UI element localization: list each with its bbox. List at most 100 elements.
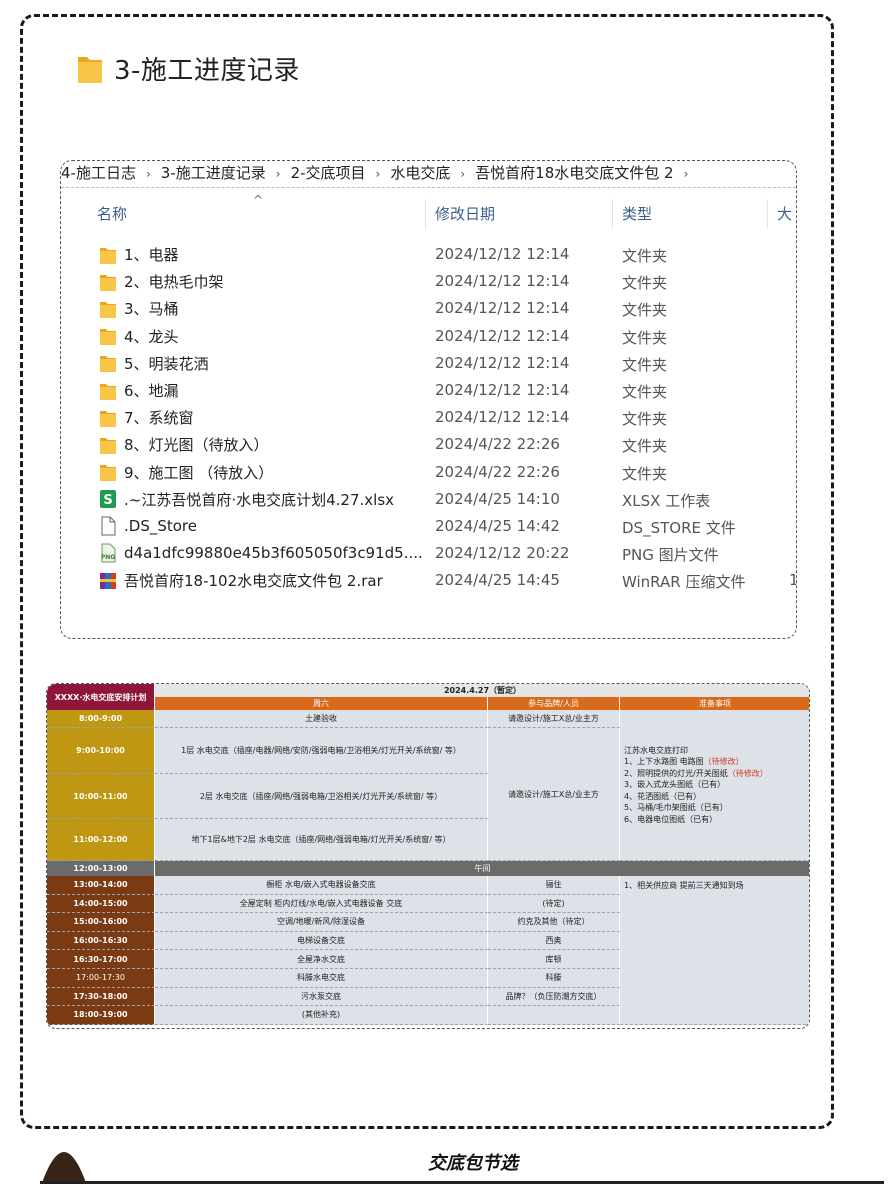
file-name-text: 吾悦首府18-102水电交底文件包 2.rar: [124, 572, 383, 591]
file-row[interactable]: PNG d4a1dfc99880e45b3f605050f3c91d5.... 20…: [61, 540, 796, 567]
file-row[interactable]: 6、地漏 2024/12/12 12:14 文件夹: [61, 377, 796, 404]
file-name-text: d4a1dfc99880e45b3f605050f3c91d5....: [124, 544, 423, 563]
file-type: 文件夹: [622, 301, 668, 320]
time-cell: 14:00-15:00: [47, 894, 155, 914]
folder-icon: [99, 326, 124, 346]
section-title: 3-施工进度记录: [114, 56, 300, 86]
task-cell: 2层 水电交底（插座/网络/强弱电箱/卫浴相关/灯光开关/系统窗/ 等）: [155, 774, 488, 819]
file-type: DS_STORE 文件: [622, 519, 736, 537]
column-header-name[interactable]: 名称: [97, 203, 127, 224]
file-name: 1、电器: [99, 244, 179, 265]
people-cell: 请邀设计/施工X总/业主方: [488, 710, 620, 728]
afternoon-note: 1、相关供应商 提前三天通知到场: [620, 876, 809, 1025]
file-name: 吾悦首府18-102水电交底文件包 2.rar: [99, 570, 383, 591]
file-row[interactable]: 9、施工图 （待放入） 2024/4/22 22:26 文件夹: [61, 459, 796, 486]
header-prep: 准备事项: [620, 697, 809, 710]
file-date: 2024/12/12 12:14: [435, 408, 570, 427]
file-name-text: .~江苏吾悦首府·水电交底计划4.27.xlsx: [124, 490, 395, 509]
column-header-date[interactable]: 修改日期: [435, 203, 495, 224]
file-row[interactable]: 吾悦首府18-102水电交底文件包 2.rar 2024/4/25 14:45 Wi…: [61, 567, 796, 594]
file-date: 2024/4/25 14:10: [435, 489, 560, 508]
file-name: 3、马桶: [99, 298, 179, 319]
people-cell: [488, 1006, 620, 1025]
file-date: 2024/12/12 12:14: [435, 381, 570, 399]
file-row[interactable]: 4、龙头 2024/12/12 12:14 文件夹: [61, 323, 796, 350]
file-type: 文件夹: [622, 383, 668, 401]
svg-text:PNG: PNG: [101, 554, 115, 561]
people-cell: 品牌？（负压防潮方交底）: [488, 987, 620, 1007]
file-type: 文件夹: [622, 274, 668, 293]
file-row[interactable]: S .~江苏吾悦首府·水电交底计划4.27.xlsx 2024/4/25 14:10…: [61, 486, 796, 513]
folder-icon: [99, 245, 124, 265]
rar-icon: [99, 571, 124, 591]
file-date: 2024/4/25 14:42: [435, 517, 560, 535]
column-header-type[interactable]: 类型: [622, 203, 652, 224]
file-type: WinRAR 压缩文件: [622, 573, 746, 592]
file-icon: [99, 516, 124, 536]
file-name: 6、地漏: [99, 380, 179, 401]
people-cell: 请邀设计/施工X总/业主方: [488, 728, 620, 861]
schedule-table: XXXX·水电交底安排计划 2024.4.27（暂定） 周六 参与品牌/人员 准备事项 8…: [46, 683, 810, 1029]
file-row[interactable]: 5、明装花洒 2024/12/12 12:14 文件夹: [61, 350, 796, 377]
breadcrumb-item[interactable]: 水电交底: [390, 164, 450, 182]
task-cell: (其他补充): [155, 1006, 488, 1025]
spreadsheet-icon: S: [99, 489, 124, 509]
file-type: 文件夹: [622, 410, 668, 429]
chevron-right-icon: ›: [375, 167, 381, 181]
file-name-text: 8、灯光图（待放入）: [124, 436, 269, 455]
column-divider[interactable]: [425, 199, 426, 229]
folder-icon: [99, 408, 124, 428]
file-name: 8、灯光图（待放入）: [99, 434, 269, 455]
file-row[interactable]: 2、电热毛巾架 2024/12/12 12:14 文件夹: [61, 268, 796, 295]
file-name-text: 2、电热毛巾架: [124, 273, 224, 292]
folder-icon: [78, 56, 102, 83]
mountain-icon: [42, 1152, 86, 1183]
task-cell: 土建验收: [155, 710, 488, 728]
file-name-text: 1、电器: [124, 246, 179, 264]
task-cell: 全屋净水交底: [155, 950, 488, 969]
file-date: 2024/12/12 12:14: [435, 245, 570, 263]
file-row[interactable]: 1、电器 2024/12/12 12:14 文件夹: [61, 241, 796, 268]
people-cell: 西奥: [488, 931, 620, 951]
file-date: 2024/12/12 12:14: [435, 326, 570, 345]
file-type: 文件夹: [622, 247, 668, 265]
breadcrumb-item[interactable]: 4-施工日志: [61, 164, 136, 182]
task-cell: 地下1层&地下2层 水电交底（插座/网络/强弱电箱/灯光开关/系统窗/ 等）: [155, 819, 488, 861]
prep-note-text: 2、照明提供的灯光/开关图纸: [624, 768, 728, 778]
column-header-size[interactable]: 大: [777, 203, 792, 224]
chevron-right-icon: ›: [460, 167, 466, 181]
breadcrumb-item[interactable]: 3-施工进度记录: [161, 164, 266, 182]
file-type: 文件夹: [622, 437, 668, 456]
folder-icon: [99, 353, 124, 373]
people-cell: 约克及其他（待定）: [488, 913, 620, 932]
time-cell: 18:00-19:00: [47, 1006, 155, 1025]
header-day: 周六: [155, 697, 488, 710]
file-date: 2024/4/22 22:26: [435, 462, 560, 481]
breadcrumb-item[interactable]: 2-交底项目: [291, 164, 366, 182]
task-cell: 1层 水电交底（插座/电器/网络/安防/强弱电箱/卫浴相关/灯光开关/系统窗/ …: [155, 728, 488, 774]
folder-icon: [99, 462, 124, 482]
breadcrumb: 4-施工日志 › 3-施工进度记录 › 2-交底项目 › 水电交底 › 吾悦首府18水电交底文件…: [61, 161, 796, 188]
time-cell: 15:00-16:00: [47, 913, 155, 932]
column-divider[interactable]: [612, 199, 613, 229]
file-name-text: .DS_Store: [124, 517, 197, 535]
file-row[interactable]: .DS_Store 2024/4/25 14:42 DS_STORE 文件: [61, 513, 796, 540]
file-date: 2024/4/22 22:26: [435, 435, 560, 454]
file-name: 2、电热毛巾架: [99, 271, 224, 292]
file-name-text: 6、地漏: [124, 382, 179, 400]
file-row[interactable]: 3、马桶 2024/12/12 12:14 文件夹: [61, 295, 796, 322]
file-size: 1: [789, 571, 796, 589]
task-cell: 空调/地暖/新风/除湿设备: [155, 913, 488, 932]
breadcrumb-item[interactable]: 吾悦首府18水电交底文件包 2: [475, 164, 673, 182]
file-row[interactable]: 8、灯光图（待放入） 2024/4/22 22:26 文件夹: [61, 431, 796, 458]
svg-text:S: S: [103, 493, 112, 508]
column-divider[interactable]: [767, 199, 768, 229]
schedule-date: 2024.4.27（暂定）: [155, 684, 809, 697]
schedule-title: XXXX·水电交底安排计划: [47, 684, 155, 710]
prep-note-text: 3、嵌入式龙头图纸（已有）: [624, 780, 726, 790]
footer-caption: 交底包节选: [428, 1153, 518, 1174]
time-cell: 10:00-11:00: [47, 774, 155, 819]
file-explorer: 4-施工日志 › 3-施工进度记录 › 2-交底项目 › 水电交底 › 吾悦首府18水电交底文件…: [60, 160, 797, 639]
file-row[interactable]: 7、系统窗 2024/12/12 12:14 文件夹: [61, 404, 796, 431]
file-name: 7、系统窗: [99, 407, 194, 428]
